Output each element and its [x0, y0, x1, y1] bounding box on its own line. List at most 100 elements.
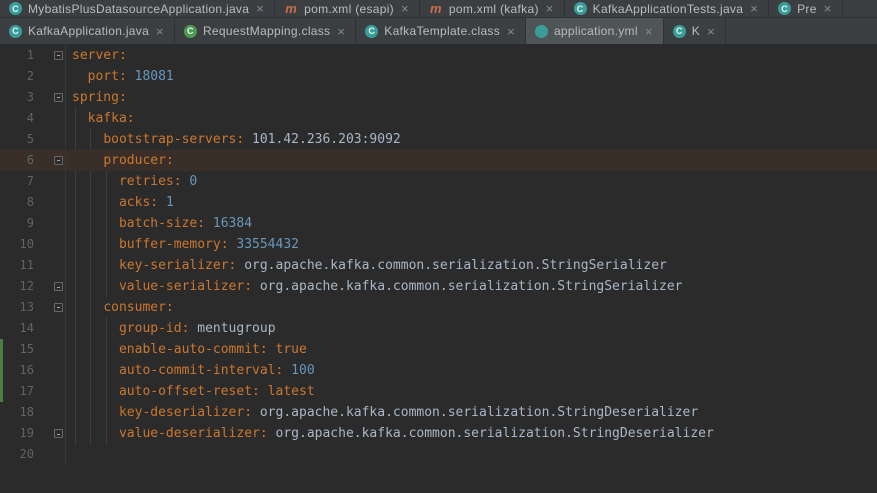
line-number[interactable]: 6: [0, 150, 34, 171]
tab-kafkaapplicationtests-java[interactable]: C KafkaApplicationTests.java ×: [565, 0, 770, 17]
tab-label: KafkaTemplate.class: [384, 24, 501, 38]
fold-gutter: [34, 234, 66, 255]
fold-gutter: [34, 66, 66, 87]
ide-window: C MybatisPlusDatasourceApplication.java × m…: [0, 0, 877, 493]
editor-line[interactable]: 20: [0, 444, 877, 465]
editor-line[interactable]: 17 auto-offset-reset: latest: [0, 381, 877, 402]
line-number[interactable]: 17: [0, 381, 34, 402]
editor-line[interactable]: 6 producer:: [0, 150, 877, 171]
line-number[interactable]: 15: [0, 339, 34, 360]
editor-line[interactable]: 19 value-deserializer: org.apache.kafka.…: [0, 423, 877, 444]
editor-line[interactable]: 16 auto-commit-interval: 100: [0, 360, 877, 381]
tab-bar-row-2: C KafkaApplication.java × C RequestMapping.c…: [0, 18, 877, 45]
fold-gutter: [34, 339, 66, 360]
tab-kafkaapplication-java[interactable]: C KafkaApplication.java ×: [0, 18, 175, 44]
fold-collapse-icon[interactable]: [54, 93, 63, 102]
yaml-icon: [534, 24, 548, 38]
code-text: kafka:: [87, 111, 135, 126]
line-number[interactable]: 13: [0, 297, 34, 318]
close-icon[interactable]: ×: [644, 25, 653, 38]
line-number[interactable]: 4: [0, 108, 34, 129]
close-icon[interactable]: ×: [155, 25, 164, 38]
tab-pre[interactable]: C Pre ×: [769, 0, 843, 17]
editor-line[interactable]: 18 key-deserializer: org.apache.kafka.co…: [0, 402, 877, 423]
close-icon[interactable]: ×: [706, 25, 715, 38]
line-number[interactable]: 1: [0, 45, 34, 66]
tab-label: MybatisPlusDatasourceApplication.java: [28, 1, 250, 16]
editor-line[interactable]: 11 key-serializer: org.apache.kafka.comm…: [0, 255, 877, 276]
editor-line[interactable]: 12 value-serializer: org.apache.kafka.co…: [0, 276, 877, 297]
editor-line[interactable]: 9 batch-size: 16384: [0, 213, 877, 234]
editor-line[interactable]: 4 kafka:: [0, 108, 877, 129]
code-text: port: 18081: [87, 69, 174, 84]
tab-label: pom.xml (esapi): [304, 1, 394, 16]
tab-kafkatemplate-class[interactable]: C KafkaTemplate.class ×: [356, 18, 526, 44]
java-class-icon: C: [9, 24, 22, 38]
line-number[interactable]: 16: [0, 360, 34, 381]
line-number[interactable]: 8: [0, 192, 34, 213]
fold-collapse-icon[interactable]: [54, 303, 63, 312]
line-number[interactable]: 20: [0, 444, 34, 465]
line-number[interactable]: 2: [0, 66, 34, 87]
code-text: bootstrap-servers: 101.42.236.203:9092: [103, 132, 401, 147]
fold-gutter: [34, 171, 66, 192]
close-icon[interactable]: ×: [749, 2, 758, 15]
tab-bar-row-1: C MybatisPlusDatasourceApplication.java × m…: [0, 0, 877, 18]
editor-line[interactable]: 7 retries: 0: [0, 171, 877, 192]
code-text: enable-auto-commit: true: [118, 342, 307, 357]
fold-end-icon[interactable]: [54, 282, 63, 291]
line-number[interactable]: 3: [0, 87, 34, 108]
editor-line[interactable]: 8 acks: 1: [0, 192, 877, 213]
fold-end-icon[interactable]: [54, 429, 63, 438]
line-number[interactable]: 19: [0, 423, 34, 444]
line-number[interactable]: 12: [0, 276, 34, 297]
fold-collapse-icon[interactable]: [54, 156, 63, 165]
line-number[interactable]: 11: [0, 255, 34, 276]
tab-pom-xml-esapi[interactable]: m pom.xml (esapi) ×: [275, 0, 420, 17]
fold-gutter: [34, 150, 66, 171]
close-icon[interactable]: ×: [400, 2, 409, 15]
code-text: producer:: [103, 153, 174, 168]
close-icon[interactable]: ×: [336, 25, 345, 38]
close-icon[interactable]: ×: [823, 2, 832, 15]
code-text: group-id: mentugroup: [118, 321, 276, 336]
tab-application-yml[interactable]: application.yml ×: [525, 18, 664, 44]
code-text: retries: 0: [118, 174, 198, 189]
code-text: server:: [72, 48, 127, 63]
fold-gutter: [34, 255, 66, 276]
editor-line[interactable]: 1 server:: [0, 45, 877, 66]
close-icon[interactable]: ×: [506, 25, 515, 38]
fold-gutter: [34, 402, 66, 423]
tab-label: RequestMapping.class: [202, 24, 331, 38]
editor-line[interactable]: 10 buffer-memory: 33554432: [0, 234, 877, 255]
tab-requestmapping-class[interactable]: C RequestMapping.class ×: [175, 18, 357, 44]
fold-gutter: [34, 87, 66, 108]
editor-line[interactable]: 2 port: 18081: [0, 66, 877, 87]
line-number[interactable]: 9: [0, 213, 34, 234]
fold-gutter: [34, 318, 66, 339]
tab-pom-xml-kafka[interactable]: m pom.xml (kafka) ×: [420, 0, 565, 17]
close-icon[interactable]: ×: [545, 2, 554, 15]
close-icon[interactable]: ×: [255, 2, 264, 15]
editor-line[interactable]: 5 bootstrap-servers: 101.42.236.203:9092: [0, 129, 877, 150]
fold-gutter: [34, 45, 66, 66]
code-text: key-serializer: org.apache.kafka.common.…: [118, 258, 667, 273]
code-text: key-deserializer: org.apache.kafka.commo…: [118, 405, 699, 420]
line-number[interactable]: 7: [0, 171, 34, 192]
tab-k[interactable]: C K ×: [664, 18, 726, 44]
line-number[interactable]: 5: [0, 129, 34, 150]
maven-icon: m: [429, 1, 442, 16]
line-number[interactable]: 10: [0, 234, 34, 255]
fold-collapse-icon[interactable]: [54, 51, 63, 60]
editor-line[interactable]: 15 enable-auto-commit: true: [0, 339, 877, 360]
java-class-icon: C: [672, 24, 686, 38]
editor-line[interactable]: 14 group-id: mentugroup: [0, 318, 877, 339]
editor[interactable]: 1 server: 2 port: 18081 3 spring: 4 kafka: 5 b…: [0, 45, 877, 493]
line-number[interactable]: 14: [0, 318, 34, 339]
line-number[interactable]: 18: [0, 402, 34, 423]
code-text: batch-size: 16384: [118, 216, 253, 231]
tab-mybatisplusdatasourceapplication-java[interactable]: C MybatisPlusDatasourceApplication.java ×: [0, 0, 276, 17]
editor-line[interactable]: 13 consumer:: [0, 297, 877, 318]
editor-line[interactable]: 3 spring:: [0, 87, 877, 108]
code-text: value-deserializer: org.apache.kafka.com…: [118, 426, 714, 441]
